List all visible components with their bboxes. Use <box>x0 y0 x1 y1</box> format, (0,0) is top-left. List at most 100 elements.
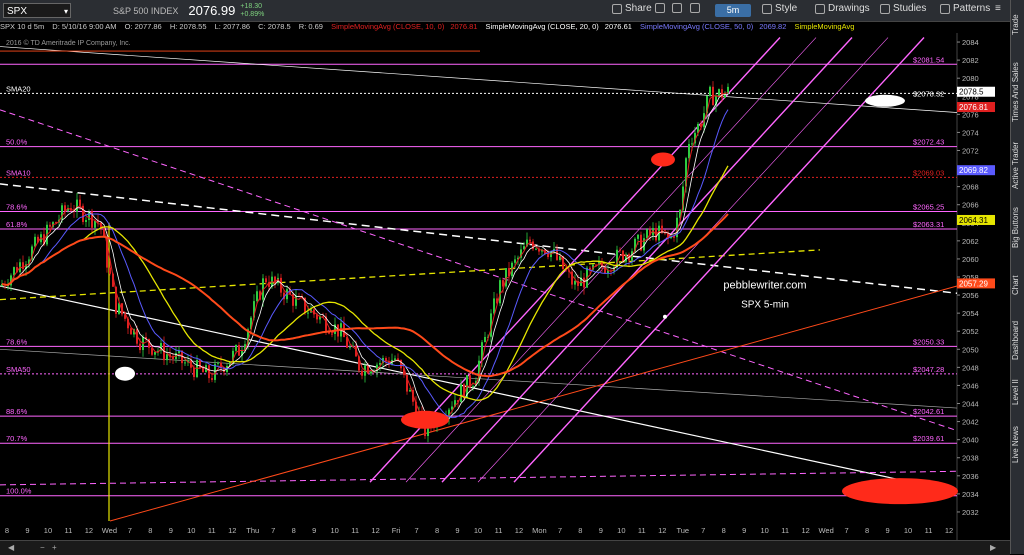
menu-icon: ≡ <box>995 3 1001 14</box>
x-tick-label: 8 <box>722 526 726 535</box>
side-tab-big-buttons[interactable]: Big Buttons <box>1011 200 1024 255</box>
candle-body <box>709 86 711 96</box>
sma50-value: 2069.82 <box>759 22 787 31</box>
x-tick-label: 8 <box>292 526 296 535</box>
candle-body <box>547 254 549 258</box>
chevron-down-icon[interactable]: ▾ <box>64 4 68 19</box>
sma200-line <box>1 213 729 378</box>
chart-scrollbar[interactable]: ◀ − + ▶ <box>0 540 1010 555</box>
candle-body <box>85 220 87 222</box>
style-button[interactable]: Style <box>762 3 797 14</box>
fib-level-name: SMA10 <box>6 168 31 177</box>
layout-button[interactable] <box>672 3 682 13</box>
fib-level-name: 78.6% <box>6 337 28 346</box>
x-tick-label: 7 <box>414 526 418 535</box>
zoom-in-icon[interactable]: + <box>52 543 57 552</box>
candle-body <box>727 86 729 94</box>
side-tab-level-ii[interactable]: Level II <box>1011 370 1024 415</box>
share-button[interactable]: Share <box>612 3 652 14</box>
fib-level-price: $2069.03 <box>913 168 944 177</box>
y-tick-label: 2034 <box>962 490 979 499</box>
y-tick-label: 2084 <box>962 38 979 47</box>
x-tick-label: 10 <box>904 526 912 535</box>
y-tick-label: 2062 <box>962 237 979 246</box>
watermark-label: SPX 5-min <box>741 300 789 311</box>
candle-body <box>307 312 309 314</box>
y-tick-label: 2066 <box>962 201 979 210</box>
symbol-input[interactable]: SPX ▾ <box>3 3 71 18</box>
y-tick-label: 2080 <box>962 74 979 83</box>
side-tab-active-trader[interactable]: Active Trader <box>1011 135 1024 195</box>
menu-button[interactable]: ≡ <box>995 3 1001 14</box>
scroll-right-icon[interactable]: ▶ <box>990 543 996 552</box>
timeframe-button[interactable]: 5m <box>715 4 751 17</box>
price-chart[interactable]: 2032 2034 2036 2038 2040 2042 2044 2046 2048 2050… <box>0 33 1010 540</box>
sma20-label: SimpleMovingAvg (CLOSE, 20, 0) <box>485 22 599 31</box>
side-tab-chart[interactable]: Chart <box>1011 260 1024 310</box>
candle-body <box>574 281 576 285</box>
x-tick-label: 9 <box>169 526 173 535</box>
x-tick-label: Fri <box>392 526 401 535</box>
side-tab-dashboard[interactable]: Dashboard <box>1011 315 1024 365</box>
candle-body <box>637 234 639 239</box>
x-tick-label: Wed <box>102 526 117 535</box>
candle-body <box>691 143 693 145</box>
x-tick-label: 9 <box>312 526 316 535</box>
candle-body <box>154 351 156 355</box>
refresh-button[interactable] <box>690 3 700 13</box>
side-tab-live-news[interactable]: Live News <box>1011 420 1024 470</box>
y-tick-label: 2042 <box>962 418 979 427</box>
trend-line <box>0 183 958 295</box>
x-tick-label: 7 <box>128 526 132 535</box>
x-tick-label: 12 <box>945 526 953 535</box>
candle-body <box>361 370 363 376</box>
candle-body <box>202 367 204 373</box>
sma20-value: 2076.61 <box>604 22 632 31</box>
x-tick-label: 9 <box>455 526 459 535</box>
x-tick-label: Mon <box>532 526 547 535</box>
white-ellipse-marker <box>865 94 905 107</box>
grid-button[interactable] <box>655 3 665 13</box>
side-tab-times-and-sales[interactable]: Times And Sales <box>1011 55 1024 130</box>
candle-body <box>493 298 495 314</box>
candle-body <box>139 343 141 351</box>
trend-line <box>0 249 821 301</box>
x-tick-label: 10 <box>330 526 338 535</box>
drawings-button[interactable]: Drawings <box>815 3 870 14</box>
zoom-out-icon[interactable]: − <box>40 543 45 552</box>
fib-level-price: $2039.61 <box>913 434 944 443</box>
candle-body <box>646 229 648 239</box>
x-tick-label: Wed <box>818 526 833 535</box>
candle-body <box>463 384 465 398</box>
channel-line <box>477 37 889 483</box>
candle-body <box>529 239 531 242</box>
studies-button[interactable]: Studies <box>880 3 926 14</box>
candle-body <box>484 336 486 343</box>
x-tick-label: 12 <box>371 526 379 535</box>
candle-body <box>619 249 621 251</box>
sma100-label: SimpleMovingAvg <box>794 22 855 31</box>
x-tick-label: 12 <box>801 526 809 535</box>
candle-body <box>235 344 237 351</box>
candle-body <box>184 362 186 364</box>
x-tick-label: 9 <box>25 526 29 535</box>
sma20-level-price: $2078.32 <box>913 89 944 98</box>
red-ellipse-marker <box>401 410 449 429</box>
side-tab-trade[interactable]: Trade <box>1011 5 1024 45</box>
index-name: S&P 500 INDEX <box>113 5 179 16</box>
x-tick-label: 11 <box>208 526 216 535</box>
candle-body <box>49 224 51 227</box>
candle-body <box>370 371 372 374</box>
y-tick-label: 2036 <box>962 472 979 481</box>
x-tick-label: 10 <box>44 526 52 535</box>
copyright-text: 2016 © TD Ameritrade IP Company, Inc. <box>6 39 131 47</box>
patterns-button[interactable]: Patterns <box>940 3 990 14</box>
bar-close: C: 2078.5 <box>258 22 291 31</box>
candle-body <box>64 205 66 211</box>
style-icon <box>762 3 772 14</box>
y-tick-label: 2056 <box>962 291 979 300</box>
x-tick-label: 10 <box>761 526 769 535</box>
x-tick-label: 11 <box>65 526 73 535</box>
layout-icon <box>672 3 682 13</box>
scroll-left-icon[interactable]: ◀ <box>8 543 14 552</box>
